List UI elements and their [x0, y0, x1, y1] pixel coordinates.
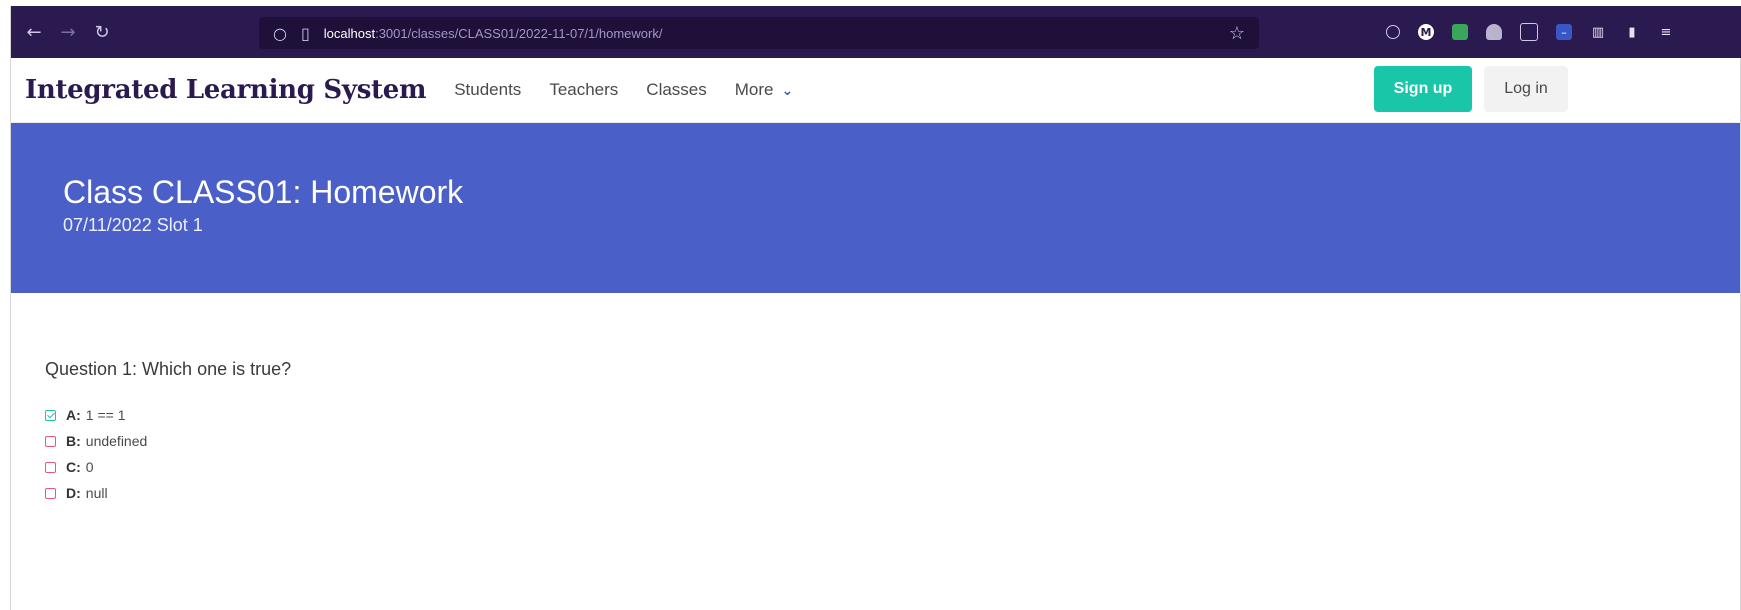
nav-link-teachers[interactable]: Teachers	[549, 80, 618, 100]
browser-toolbar: ← → ↻ ○ ▯ localhost:3001/classes/CLASS01…	[11, 6, 1741, 58]
page-subtitle: 07/11/2022 Slot 1	[63, 215, 203, 235]
signup-button[interactable]: Sign up	[1374, 66, 1472, 112]
checkbox-icon[interactable]	[45, 461, 56, 473]
extension-shield-icon[interactable]	[1486, 24, 1502, 40]
option-key: D:	[66, 485, 81, 501]
bookmark-star-icon[interactable]: ☆	[1229, 23, 1245, 44]
extension-toolbar: M – ▥ ▮ ≡	[1386, 6, 1674, 58]
nav-more-label: More	[734, 80, 774, 99]
shield-icon[interactable]: ○	[273, 24, 287, 43]
option-c[interactable]: C: 0	[45, 454, 1741, 480]
option-value: null	[85, 485, 108, 501]
library-icon[interactable]: ▥	[1590, 24, 1606, 40]
option-key: C:	[66, 459, 81, 475]
option-value: 0	[85, 459, 94, 475]
option-value: undefined	[85, 433, 148, 449]
forward-arrow-icon[interactable]: →	[51, 22, 85, 43]
option-b[interactable]: B: undefined	[45, 428, 1741, 454]
url-host: localhost	[323, 25, 376, 41]
option-d[interactable]: D: null	[45, 480, 1741, 506]
hero-banner: Class CLASS01: Homework 07/11/2022 Slot …	[11, 123, 1741, 293]
checkbox-checked-icon[interactable]	[45, 409, 56, 421]
site-brand[interactable]: Integrated Learning System	[25, 75, 427, 105]
homework-content: Question 1: Which one is true? A: 1 == 1…	[11, 293, 1741, 506]
extension-m-icon[interactable]: M	[1418, 24, 1434, 40]
back-arrow-icon[interactable]: ←	[17, 22, 51, 43]
page-icon: ▯	[300, 23, 310, 43]
reload-icon[interactable]: ↻	[85, 22, 119, 43]
option-value: 1 == 1	[85, 407, 126, 423]
extension-square-icon[interactable]	[1520, 23, 1538, 41]
url-path: :3001/classes/CLASS01/2022-11-07/1/homew…	[375, 25, 663, 41]
browser-window: ← → ↻ ○ ▯ localhost:3001/classes/CLASS01…	[10, 6, 1741, 610]
extension-blue-icon[interactable]: –	[1556, 24, 1572, 40]
checkbox-icon[interactable]	[45, 487, 56, 499]
reader-icon[interactable]: ▮	[1624, 24, 1640, 40]
page-title: Class CLASS01: Homework	[63, 174, 464, 210]
question-title: Question 1: Which one is true?	[45, 359, 292, 379]
nav-link-classes[interactable]: Classes	[646, 80, 706, 100]
url-text[interactable]: localhost:3001/classes/CLASS01/2022-11-0…	[324, 26, 663, 41]
site-navbar: Integrated Learning System Students Teac…	[11, 58, 1741, 123]
extension-green-icon[interactable]	[1452, 24, 1468, 40]
menu-icon[interactable]: ≡	[1658, 24, 1674, 40]
login-button[interactable]: Log in	[1484, 66, 1568, 112]
nav-link-students[interactable]: Students	[454, 80, 521, 100]
pocket-icon[interactable]	[1386, 25, 1400, 39]
address-bar[interactable]: ○ ▯ localhost:3001/classes/CLASS01/2022-…	[259, 17, 1259, 49]
option-key: B:	[66, 433, 81, 449]
nav-link-more[interactable]: More ⌄	[735, 80, 793, 100]
chevron-down-icon: ⌄	[781, 83, 794, 99]
checkbox-icon[interactable]	[45, 435, 56, 447]
option-key: A:	[66, 407, 81, 423]
option-a[interactable]: A: 1 == 1	[45, 402, 1741, 428]
